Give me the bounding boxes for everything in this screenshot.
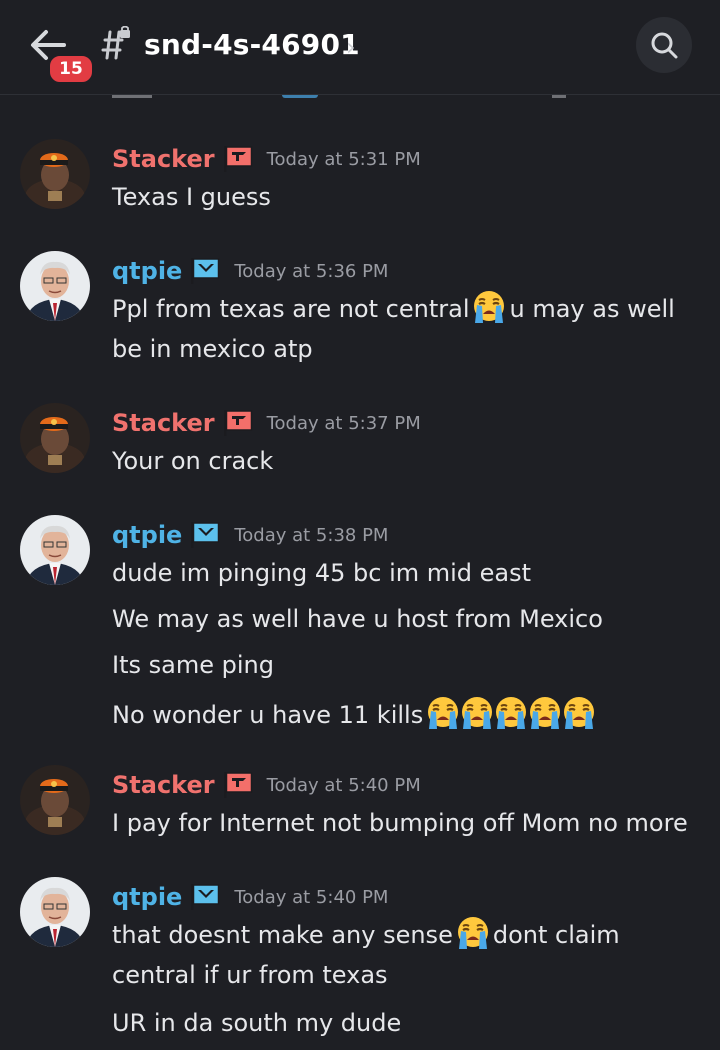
message-text: Ppl from texas are not central u may as w… (112, 289, 702, 369)
loudly-crying-face-icon (459, 695, 495, 731)
role-flag-icon (223, 409, 253, 437)
message-text: Your on crack (112, 447, 274, 475)
message-text: dude im pinging 45 bc im mid east (112, 559, 532, 587)
username[interactable]: qtpie (112, 521, 182, 549)
message-list[interactable]: Stacker Today at 5:31 PM Texas I guess qt… (0, 95, 720, 1050)
avatar[interactable] (20, 765, 90, 835)
timestamp: Today at 5:37 PM (266, 412, 421, 434)
timestamp: Today at 5:40 PM (266, 774, 421, 796)
role-flag-icon (190, 521, 220, 549)
message-text: Its same ping (112, 651, 274, 679)
avatar[interactable] (20, 877, 90, 947)
message-text-part: Ppl from texas are not central (112, 295, 470, 323)
message-text: We may as well have u host from Mexico (112, 605, 603, 633)
username[interactable]: Stacker (112, 771, 215, 799)
avatar[interactable] (20, 403, 90, 473)
message-text: I pay for Internet not bumping off Mom n… (112, 809, 688, 837)
timestamp: Today at 5:36 PM (234, 260, 389, 282)
message-text: that doesnt make any sense dont claim cen… (112, 915, 702, 995)
timestamp: Today at 5:40 PM (234, 886, 389, 908)
message-text: UR in da south my dude (112, 1009, 402, 1037)
timestamp: Today at 5:38 PM (234, 524, 389, 546)
role-flag-icon (223, 771, 253, 799)
role-flag-icon (190, 257, 220, 285)
message-text-part: No wonder u have 11 kills (112, 701, 424, 729)
loudly-crying-face-icon (471, 289, 507, 325)
locked-hashtag-icon (98, 25, 134, 62)
channel-header: 15 snd-4s-46901 › (0, 0, 720, 95)
loudly-crying-face-icon (493, 695, 529, 731)
loudly-crying-face-icon (561, 695, 597, 731)
timestamp: Today at 5:31 PM (266, 148, 421, 170)
channel-name[interactable]: snd-4s-46901 (144, 28, 360, 61)
message-text-part: that doesnt make any sense (112, 921, 453, 949)
avatar[interactable] (20, 139, 90, 209)
username[interactable]: Stacker (112, 409, 215, 437)
chevron-right-icon[interactable]: › (346, 33, 356, 61)
search-icon (651, 32, 678, 59)
search-button[interactable] (636, 17, 692, 73)
role-flag-icon (223, 145, 253, 173)
loudly-crying-face-icon (425, 695, 461, 731)
username[interactable]: qtpie (112, 257, 182, 285)
avatar[interactable] (20, 515, 90, 585)
message-text: Texas I guess (112, 183, 271, 211)
username[interactable]: qtpie (112, 883, 182, 911)
loudly-crying-face-icon (527, 695, 563, 731)
loudly-crying-face-icon (455, 915, 491, 951)
avatar[interactable] (20, 251, 90, 321)
message-text: No wonder u have 11 kills (112, 695, 599, 731)
username[interactable]: Stacker (112, 145, 215, 173)
role-flag-icon (190, 883, 220, 911)
unread-badge: 15 (47, 53, 95, 85)
